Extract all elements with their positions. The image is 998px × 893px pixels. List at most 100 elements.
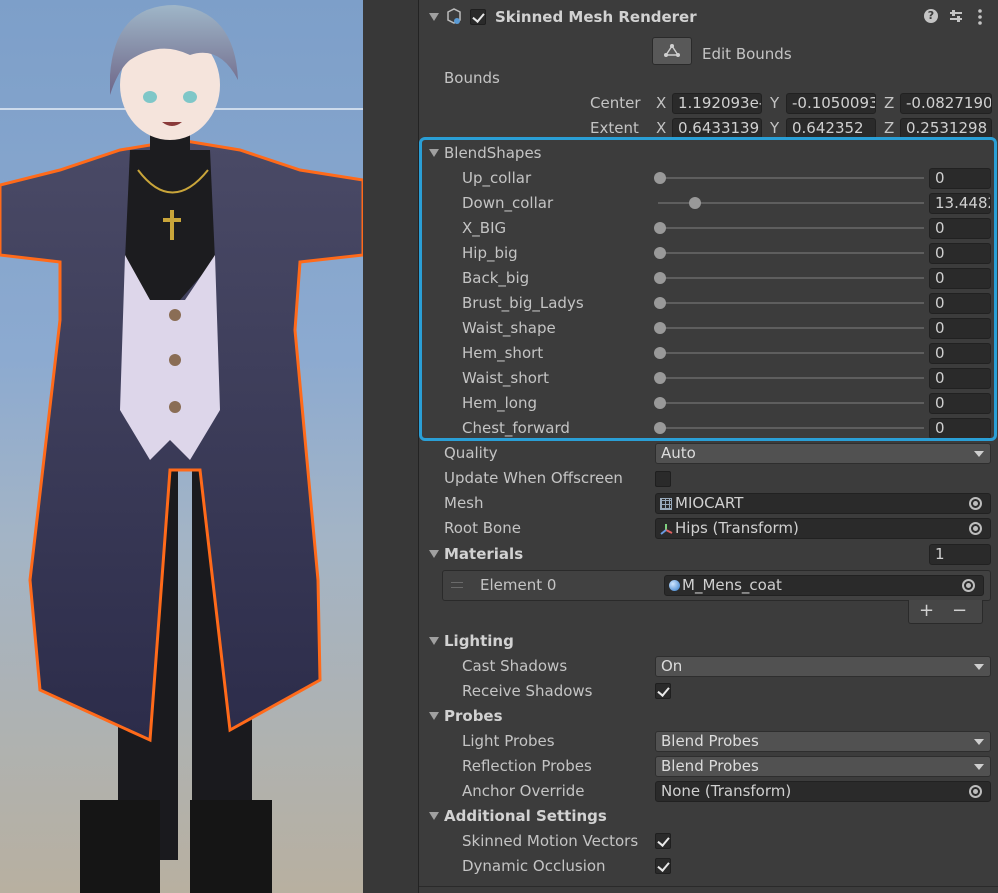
center-z-field[interactable]: -0.0827190 xyxy=(900,93,992,114)
dynamic-occlusion-label: Dynamic Occlusion xyxy=(462,857,606,875)
materials-foldout-icon[interactable] xyxy=(429,550,439,558)
additional-settings-foldout-icon[interactable] xyxy=(429,812,439,820)
blendshape-row: Chest_forward 0 xyxy=(419,416,998,441)
blendshape-name: Waist_short xyxy=(462,369,549,387)
blendshape-slider-handle[interactable] xyxy=(654,397,666,409)
blendshape-slider-track[interactable] xyxy=(658,177,924,179)
blendshape-value-field[interactable]: 0 xyxy=(929,168,991,189)
character-model[interactable] xyxy=(0,0,363,893)
blendshape-slider-handle[interactable] xyxy=(654,422,666,434)
reflection-probes-label: Reflection Probes xyxy=(462,757,592,775)
lighting-foldout-icon[interactable] xyxy=(429,637,439,645)
light-probes-label: Light Probes xyxy=(462,732,555,750)
blendshapes-list: Up_collar 0 Down_collar 13.4482 X_BIG 0 Hip_bi… xyxy=(419,166,998,441)
blendshape-row: X_BIG 0 xyxy=(419,216,998,241)
center-y-field[interactable]: -0.1050093 xyxy=(786,93,876,114)
root-bone-field[interactable]: Hips (Transform) xyxy=(655,518,991,539)
light-probes-dropdown[interactable]: Blend Probes xyxy=(655,731,991,752)
reflection-probes-dropdown[interactable]: Blend Probes xyxy=(655,756,991,777)
material-icon xyxy=(669,580,680,591)
blendshape-value-field[interactable]: 0 xyxy=(929,318,991,339)
object-picker-icon[interactable] xyxy=(969,522,982,535)
extent-y-field[interactable]: 0.642352 xyxy=(786,118,876,139)
update-offscreen-label: Update When Offscreen xyxy=(444,469,623,487)
material-element-field[interactable]: M_Mens_coat xyxy=(664,575,984,596)
bounds-label: Bounds xyxy=(444,69,500,87)
blendshape-row: Back_big 0 xyxy=(419,266,998,291)
blendshape-slider-handle[interactable] xyxy=(654,297,666,309)
blendshape-value-field[interactable]: 0 xyxy=(929,218,991,239)
object-picker-icon[interactable] xyxy=(962,579,975,592)
blendshape-value-field[interactable]: 0 xyxy=(929,243,991,264)
vest-button xyxy=(169,401,181,413)
anchor-override-field[interactable]: None (Transform) xyxy=(655,781,991,802)
blendshape-name: Down_collar xyxy=(462,194,554,212)
object-picker-icon[interactable] xyxy=(969,785,982,798)
extent-z-field[interactable]: 0.2531298 xyxy=(900,118,992,139)
blendshape-slider-track[interactable] xyxy=(658,352,924,354)
blendshape-slider-track[interactable] xyxy=(658,302,924,304)
material-element-value: M_Mens_coat xyxy=(682,576,782,594)
blendshape-value-field[interactable]: 0 xyxy=(929,268,991,289)
skinned-motion-vectors-checkbox[interactable] xyxy=(655,833,671,849)
list-buttons: + − xyxy=(908,600,983,624)
mesh-field[interactable]: MIOCART xyxy=(655,493,991,514)
blendshape-slider-track[interactable] xyxy=(658,427,924,429)
blendshape-slider-handle[interactable] xyxy=(654,372,666,384)
blendshape-row: Hem_short 0 xyxy=(419,341,998,366)
blendshape-slider-handle[interactable] xyxy=(654,347,666,359)
dynamic-occlusion-checkbox[interactable] xyxy=(655,858,671,874)
blendshape-slider-track[interactable] xyxy=(658,252,924,254)
component-enabled-checkbox[interactable] xyxy=(470,9,486,25)
blendshape-value-field[interactable]: 0 xyxy=(929,343,991,364)
edit-bounds-button[interactable] xyxy=(652,37,692,65)
blendshape-value-field[interactable]: 0 xyxy=(929,393,991,414)
probes-foldout-icon[interactable] xyxy=(429,712,439,720)
probes-label: Probes xyxy=(444,707,503,725)
component-divider xyxy=(419,886,998,887)
object-picker-icon[interactable] xyxy=(969,497,982,510)
drag-handle-icon[interactable] xyxy=(451,582,463,588)
quality-dropdown[interactable]: Auto xyxy=(655,443,991,464)
center-x-field[interactable]: 1.192093e- xyxy=(672,93,762,114)
blendshape-slider-handle[interactable] xyxy=(654,172,666,184)
materials-count-field[interactable]: 1 xyxy=(929,544,991,565)
extent-x-field[interactable]: 0.6433139 xyxy=(672,118,762,139)
add-element-button[interactable]: + xyxy=(919,600,934,622)
blendshape-slider-track[interactable] xyxy=(658,277,924,279)
blendshape-slider-handle[interactable] xyxy=(654,247,666,259)
blendshape-name: Hem_short xyxy=(462,344,544,362)
blendshape-slider-handle[interactable] xyxy=(654,272,666,284)
anchor-override-value: None (Transform) xyxy=(661,782,792,800)
preset-icon[interactable] xyxy=(949,9,963,23)
blendshape-name: Waist_shape xyxy=(462,319,556,337)
scene-view[interactable] xyxy=(0,0,363,893)
update-offscreen-checkbox[interactable] xyxy=(655,471,671,487)
chevron-down-icon xyxy=(974,664,984,670)
kebab-menu-icon[interactable] xyxy=(977,8,983,26)
blendshape-slider-track[interactable] xyxy=(658,402,924,404)
blendshape-slider-handle[interactable] xyxy=(654,222,666,234)
cast-shadows-dropdown[interactable]: On xyxy=(655,656,991,677)
blendshape-slider-track[interactable] xyxy=(658,327,924,329)
center-x-label: X xyxy=(656,94,667,112)
blendshape-value-field[interactable]: 13.4482 xyxy=(929,193,991,214)
blendshapes-foldout-icon[interactable] xyxy=(429,149,439,157)
blendshape-value-field[interactable]: 0 xyxy=(929,293,991,314)
blendshape-row: Up_collar 0 xyxy=(419,166,998,191)
component-foldout-icon[interactable] xyxy=(429,13,439,21)
root-bone-value: Hips (Transform) xyxy=(675,519,799,537)
blendshape-value-field[interactable]: 0 xyxy=(929,418,991,439)
remove-element-button[interactable]: − xyxy=(952,600,967,622)
blendshape-slider-handle[interactable] xyxy=(689,197,701,209)
blendshape-value-field[interactable]: 0 xyxy=(929,368,991,389)
blendshape-slider-track[interactable] xyxy=(658,377,924,379)
blendshape-slider-handle[interactable] xyxy=(654,322,666,334)
root-bone-label: Root Bone xyxy=(444,519,521,537)
blendshape-row: Brust_big_Ladys 0 xyxy=(419,291,998,316)
receive-shadows-checkbox[interactable] xyxy=(655,683,671,699)
lighting-label: Lighting xyxy=(444,632,514,650)
blendshape-slider-track[interactable] xyxy=(658,227,924,229)
chevron-down-icon xyxy=(974,739,984,745)
help-icon[interactable]: ? xyxy=(924,9,938,23)
